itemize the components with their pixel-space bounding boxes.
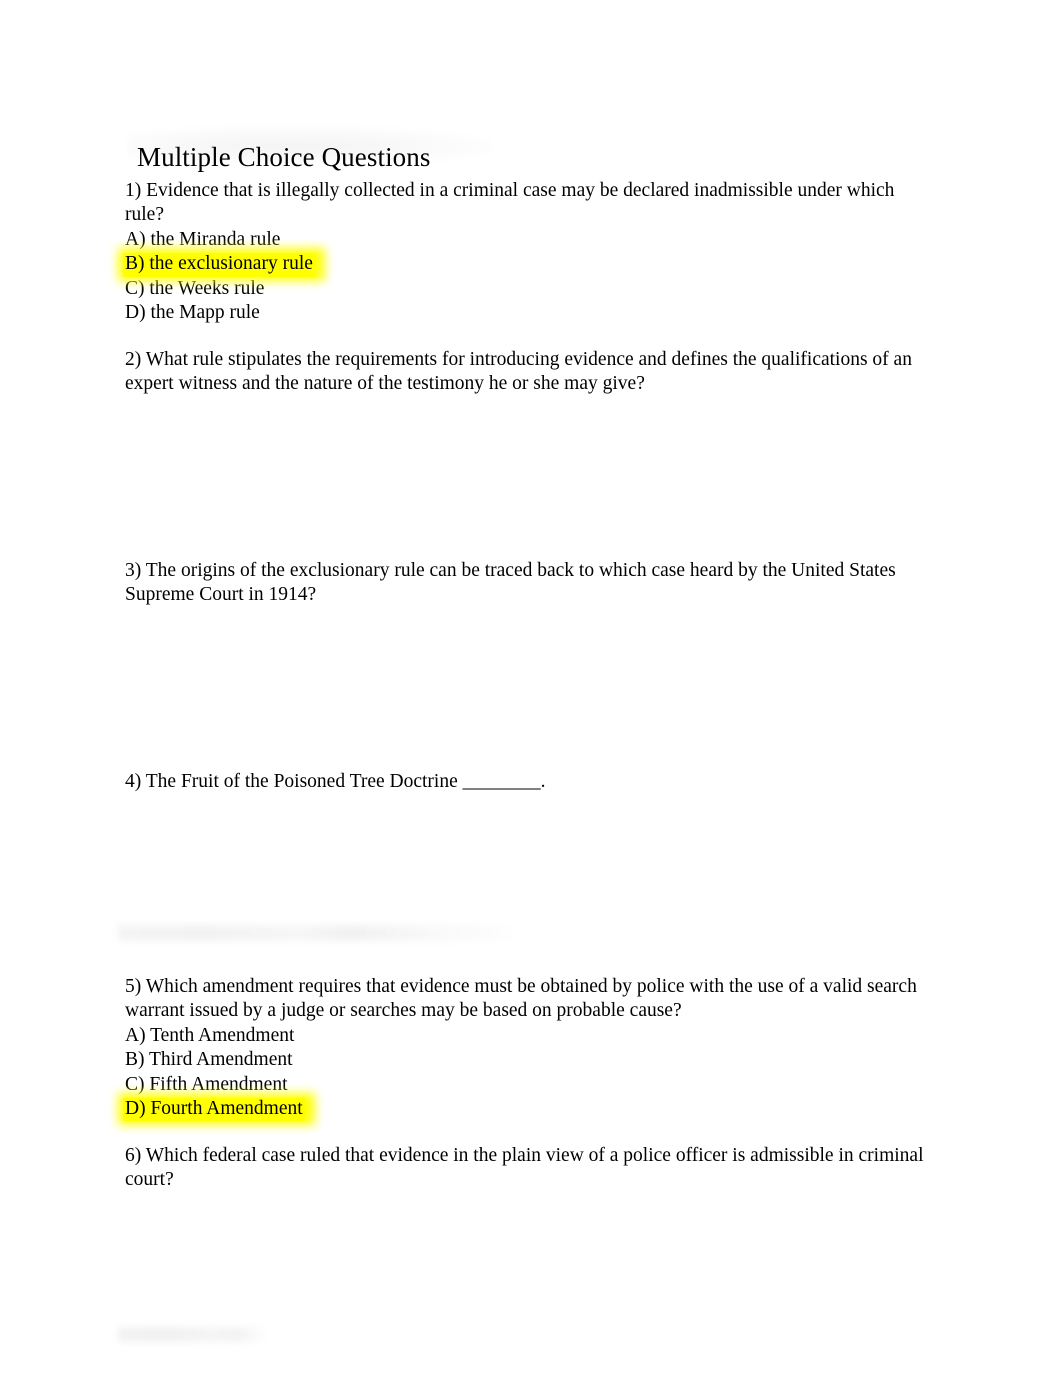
question-prompt-4: 4) The Fruit of the Poisoned Tree Doctri…	[125, 771, 546, 792]
question-block-3: 3) The origins of the exclusionary rule …	[125, 559, 925, 608]
question-1-option-d[interactable]: D) the Mapp rule	[125, 301, 925, 325]
question-block-4: 4) The Fruit of the Poisoned Tree Doctri…	[125, 770, 925, 794]
document-page: Multiple Choice Questions 1) Evidence th…	[0, 0, 1062, 1377]
question-block-5: 5) Which amendment requires that evidenc…	[118, 975, 925, 1126]
question-5-option-a[interactable]: A) Tenth Amendment	[125, 1024, 925, 1048]
question-block-1: 1) Evidence that is illegally collected …	[118, 179, 925, 325]
highlight-marker: D) Fourth Amendment	[118, 1093, 315, 1126]
highlight-marker: B) the exclusionary rule	[118, 248, 325, 281]
question-5-option-b[interactable]: B) Third Amendment	[125, 1048, 925, 1072]
question-prompt-5: 5) Which amendment requires that evidenc…	[125, 976, 917, 1022]
question-5-option-d[interactable]: D) Fourth Amendment	[118, 1093, 925, 1126]
question-prompt-2: 2) What rule stipulates the requirements…	[125, 349, 912, 395]
question-block-6: 6) Which federal case ruled that evidenc…	[125, 1144, 925, 1193]
erased-content-artifact-lower	[118, 1327, 268, 1342]
question-prompt-3: 3) The origins of the exclusionary rule …	[125, 560, 896, 606]
question-block-2: 2) What rule stipulates the requirements…	[125, 348, 925, 397]
question-1-option-b[interactable]: B) the exclusionary rule	[118, 248, 925, 281]
page-title: Multiple Choice Questions	[137, 142, 431, 173]
question-prompt-1: 1) Evidence that is illegally collected …	[125, 180, 895, 226]
erased-content-artifact-upper	[118, 925, 518, 941]
question-prompt-6: 6) Which federal case ruled that evidenc…	[125, 1145, 924, 1191]
